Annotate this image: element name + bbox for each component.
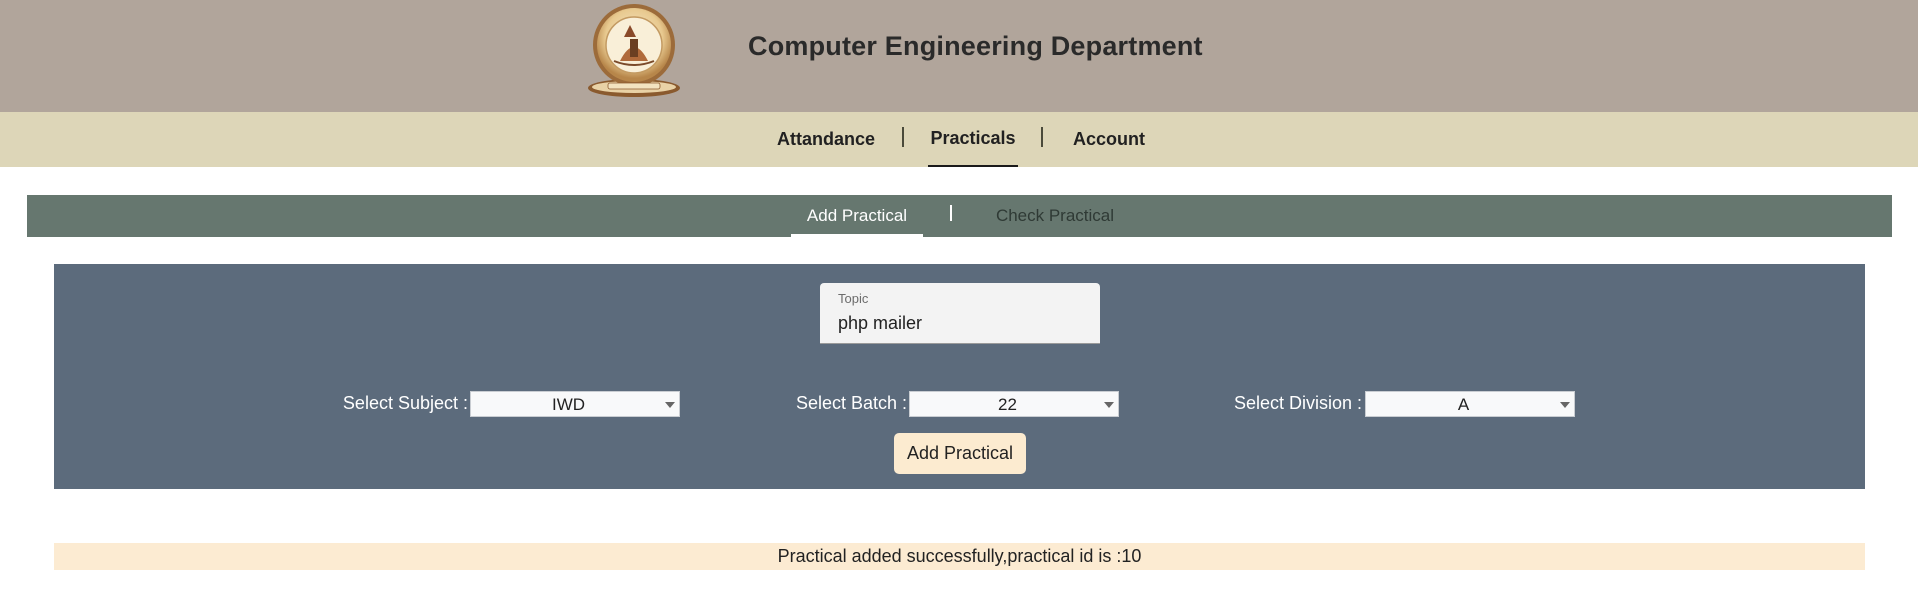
subject-select[interactable]: IWD: [470, 391, 680, 417]
batch-label: Select Batch :: [795, 393, 907, 413]
batch-select[interactable]: 22: [909, 391, 1119, 417]
header-bar: Computer Engineering Department: [0, 0, 1918, 112]
nav-separator: [1041, 127, 1043, 147]
chevron-down-icon: [1104, 402, 1114, 408]
topic-field[interactable]: Topic: [820, 283, 1100, 344]
nav-separator: [902, 127, 904, 147]
department-title: Computer Engineering Department: [748, 31, 1203, 61]
batch-select-value: 22: [998, 395, 1017, 414]
nav-item-attendance[interactable]: Attandance: [770, 112, 882, 167]
chevron-down-icon: [665, 402, 675, 408]
college-logo-icon: [588, 4, 680, 97]
add-practical-button[interactable]: Add Practical: [894, 433, 1026, 474]
subject-label: Select Subject :: [342, 393, 468, 413]
topic-label: Topic: [838, 291, 869, 306]
tab-add-practical[interactable]: Add Practical: [791, 195, 923, 237]
topic-input[interactable]: [838, 311, 1078, 335]
division-label: Select Division :: [1233, 393, 1362, 413]
nav-item-practicals[interactable]: Practicals: [928, 112, 1018, 167]
division-select[interactable]: A: [1365, 391, 1575, 417]
chevron-down-icon: [1560, 402, 1570, 408]
main-nav: Attandance Practicals Account: [0, 112, 1918, 167]
practicals-subnav: Add Practical Check Practical: [27, 195, 1892, 237]
subnav-separator: [950, 205, 952, 221]
division-select-value: A: [1457, 395, 1470, 414]
tab-check-practical[interactable]: Check Practical: [991, 195, 1119, 237]
success-alert: Practical added successfully,practical i…: [54, 543, 1865, 570]
subject-select-value: IWD: [551, 395, 586, 414]
nav-item-account[interactable]: Account: [1066, 112, 1152, 167]
